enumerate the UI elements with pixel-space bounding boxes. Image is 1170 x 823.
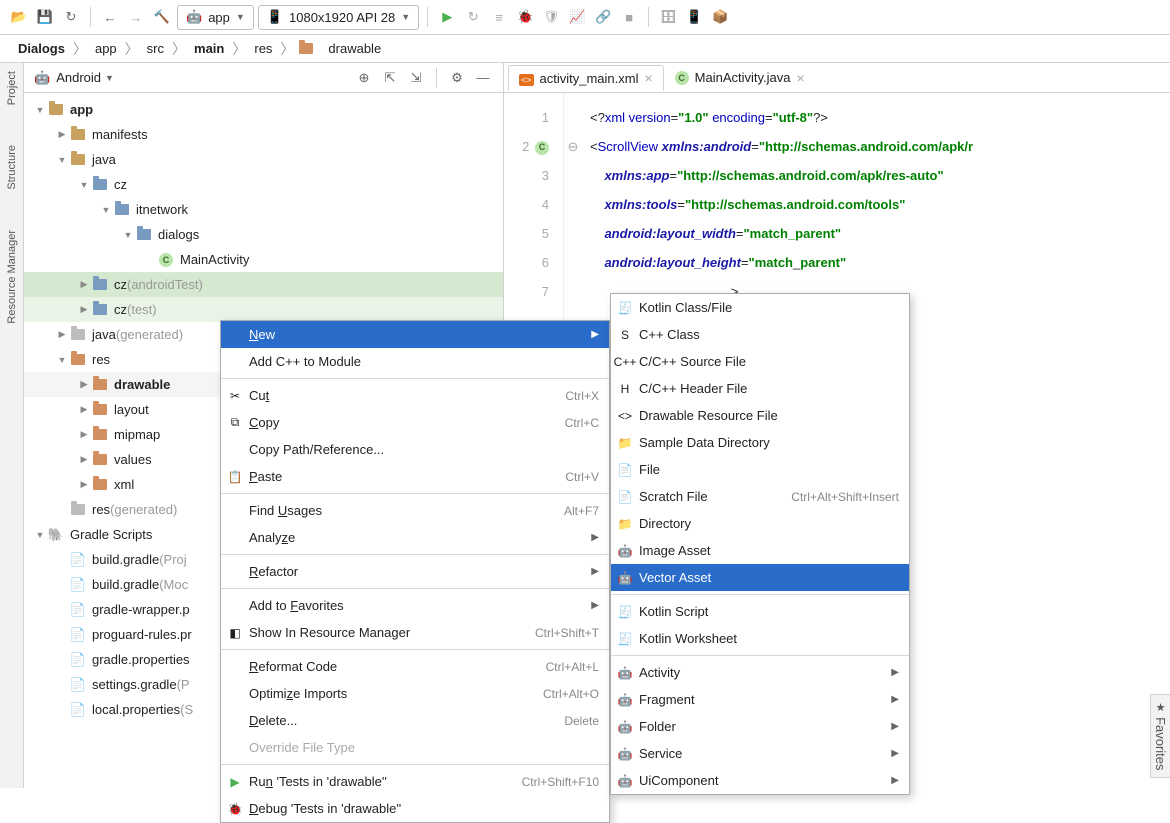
- tree-header: 🤖 Android ▼ ⊕ ⇱ ⇲ ⚙ —: [24, 63, 503, 93]
- debug-icon[interactable]: 🐞: [514, 6, 536, 28]
- tree-node[interactable]: ▼dialogs: [24, 222, 503, 247]
- menu-item[interactable]: Reformat CodeCtrl+Alt+L: [221, 653, 609, 680]
- new-submenu[interactable]: 🧾Kotlin Class/FileSC++ ClassC++C/C++ Sou…: [610, 293, 910, 795]
- editor-tab[interactable]: CMainActivity.java×: [664, 65, 816, 91]
- right-tool-strip[interactable]: ★ Favorites: [1150, 694, 1170, 778]
- context-menu[interactable]: New▶Add C++ to Module ✂CutCtrl+X⧉CopyCtrl…: [220, 320, 610, 823]
- menu-item[interactable]: 📋PasteCtrl+V: [221, 463, 609, 490]
- sync-icon[interactable]: ↻: [60, 6, 82, 28]
- menu-item[interactable]: 🤖UiComponent▶: [611, 767, 909, 794]
- sdk-icon[interactable]: 📱: [683, 6, 705, 28]
- expand-icon[interactable]: ⇱: [380, 68, 400, 88]
- select-open-icon[interactable]: ⊕: [354, 68, 374, 88]
- breadcrumb: Dialogs〉app〉src〉main〉res〉drawable: [0, 35, 1170, 63]
- avd-icon[interactable]: 🗄: [657, 6, 679, 28]
- tree-node[interactable]: ▶manifests: [24, 122, 503, 147]
- forward-icon[interactable]: →: [125, 6, 147, 28]
- main-toolbar: 📂 💾 ↻ ← → 🔨 🤖app▼ 📱1080x1920 API 28▼ ▶ ↻…: [0, 0, 1170, 35]
- attach-icon[interactable]: 🔗: [592, 6, 614, 28]
- menu-item[interactable]: Add to Favorites▶: [221, 592, 609, 619]
- menu-item[interactable]: 🤖Service▶: [611, 740, 909, 767]
- menu-item[interactable]: 🧾Kotlin Class/File: [611, 294, 909, 321]
- menu-item[interactable]: 🤖Folder▶: [611, 713, 909, 740]
- coverage-icon[interactable]: 🛡: [540, 6, 562, 28]
- hammer-icon[interactable]: 🔨: [151, 6, 173, 28]
- tree-node[interactable]: ▶cz (androidTest): [24, 272, 503, 297]
- menu-item[interactable]: ⧉CopyCtrl+C: [221, 409, 609, 436]
- breadcrumb-item[interactable]: res: [250, 39, 276, 58]
- menu-item[interactable]: 🐞Debug 'Tests in 'drawable'': [221, 795, 609, 822]
- editor-tab[interactable]: <>activity_main.xml×: [508, 65, 664, 91]
- menu-item[interactable]: <>Drawable Resource File: [611, 402, 909, 429]
- menu-item[interactable]: Copy Path/Reference...: [221, 436, 609, 463]
- menu-item[interactable]: 🧾Kotlin Script: [611, 598, 909, 625]
- editor-tabs: <>activity_main.xml×CMainActivity.java×: [504, 63, 1170, 93]
- menu-item[interactable]: 📄Scratch FileCtrl+Alt+Shift+Insert: [611, 483, 909, 510]
- tree-node[interactable]: ▼cz: [24, 172, 503, 197]
- menu-item[interactable]: Override File Type: [221, 734, 609, 761]
- menu-item[interactable]: Find UsagesAlt+F7: [221, 497, 609, 524]
- tree-node[interactable]: CMainActivity: [24, 247, 503, 272]
- breadcrumb-item[interactable]: main: [190, 39, 228, 58]
- breadcrumb-item[interactable]: drawable: [324, 39, 385, 58]
- hide-icon[interactable]: —: [473, 68, 493, 88]
- apply-code-icon[interactable]: ≡: [488, 6, 510, 28]
- menu-item[interactable]: Optimize ImportsCtrl+Alt+O: [221, 680, 609, 707]
- left-tool-strip: Project Structure Resource Manager: [0, 63, 24, 788]
- stop-icon[interactable]: ■: [618, 6, 640, 28]
- tool-window-tab[interactable]: Structure: [6, 145, 18, 190]
- apply-changes-icon[interactable]: ↻: [462, 6, 484, 28]
- misc-icon[interactable]: 📦: [709, 6, 731, 28]
- menu-item[interactable]: 🤖Activity▶: [611, 659, 909, 686]
- menu-item[interactable]: ✂CutCtrl+X: [221, 382, 609, 409]
- save-icon[interactable]: 💾: [34, 6, 56, 28]
- menu-item[interactable]: 🤖Fragment▶: [611, 686, 909, 713]
- menu-item[interactable]: HC/C++ Header File: [611, 375, 909, 402]
- run-config-selector[interactable]: 🤖app▼: [177, 5, 254, 30]
- tree-node[interactable]: ▶cz (test): [24, 297, 503, 322]
- tool-window-tab[interactable]: Project: [6, 71, 18, 105]
- breadcrumb-item[interactable]: Dialogs: [14, 39, 69, 58]
- menu-item[interactable]: 📁Sample Data Directory: [611, 429, 909, 456]
- menu-item[interactable]: Delete...Delete: [221, 707, 609, 734]
- menu-item[interactable]: Refactor▶: [221, 558, 609, 585]
- breadcrumb-item[interactable]: src: [143, 39, 168, 58]
- tree-node[interactable]: ▼itnetwork: [24, 197, 503, 222]
- back-icon[interactable]: ←: [99, 6, 121, 28]
- settings-icon[interactable]: ⚙: [447, 68, 467, 88]
- tree-node[interactable]: ▼app: [24, 97, 503, 122]
- menu-item[interactable]: 🤖Image Asset: [611, 537, 909, 564]
- collapse-icon[interactable]: ⇲: [406, 68, 426, 88]
- menu-item[interactable]: SC++ Class: [611, 321, 909, 348]
- menu-item[interactable]: C++C/C++ Source File: [611, 348, 909, 375]
- tree-view-selector[interactable]: Android ▼: [56, 70, 348, 85]
- menu-item[interactable]: 🤖Vector Asset: [611, 564, 909, 591]
- breadcrumb-item[interactable]: app: [91, 39, 121, 58]
- profile-icon[interactable]: 📈: [566, 6, 588, 28]
- menu-item[interactable]: Analyze▶: [221, 524, 609, 551]
- menu-item[interactable]: 📁Directory: [611, 510, 909, 537]
- run-icon[interactable]: ▶: [436, 6, 458, 28]
- menu-item[interactable]: Add C++ to Module: [221, 348, 609, 375]
- menu-item[interactable]: 🧾Kotlin Worksheet: [611, 625, 909, 652]
- open-icon[interactable]: 📂: [8, 6, 30, 28]
- menu-item[interactable]: 📄File: [611, 456, 909, 483]
- menu-item[interactable]: ▶Run 'Tests in 'drawable''Ctrl+Shift+F10: [221, 768, 609, 795]
- tool-window-tab[interactable]: Resource Manager: [6, 230, 18, 324]
- menu-item[interactable]: New▶: [221, 321, 609, 348]
- menu-item[interactable]: ◧Show In Resource ManagerCtrl+Shift+T: [221, 619, 609, 646]
- device-selector[interactable]: 📱1080x1920 API 28▼: [258, 5, 419, 30]
- tree-node[interactable]: ▼java: [24, 147, 503, 172]
